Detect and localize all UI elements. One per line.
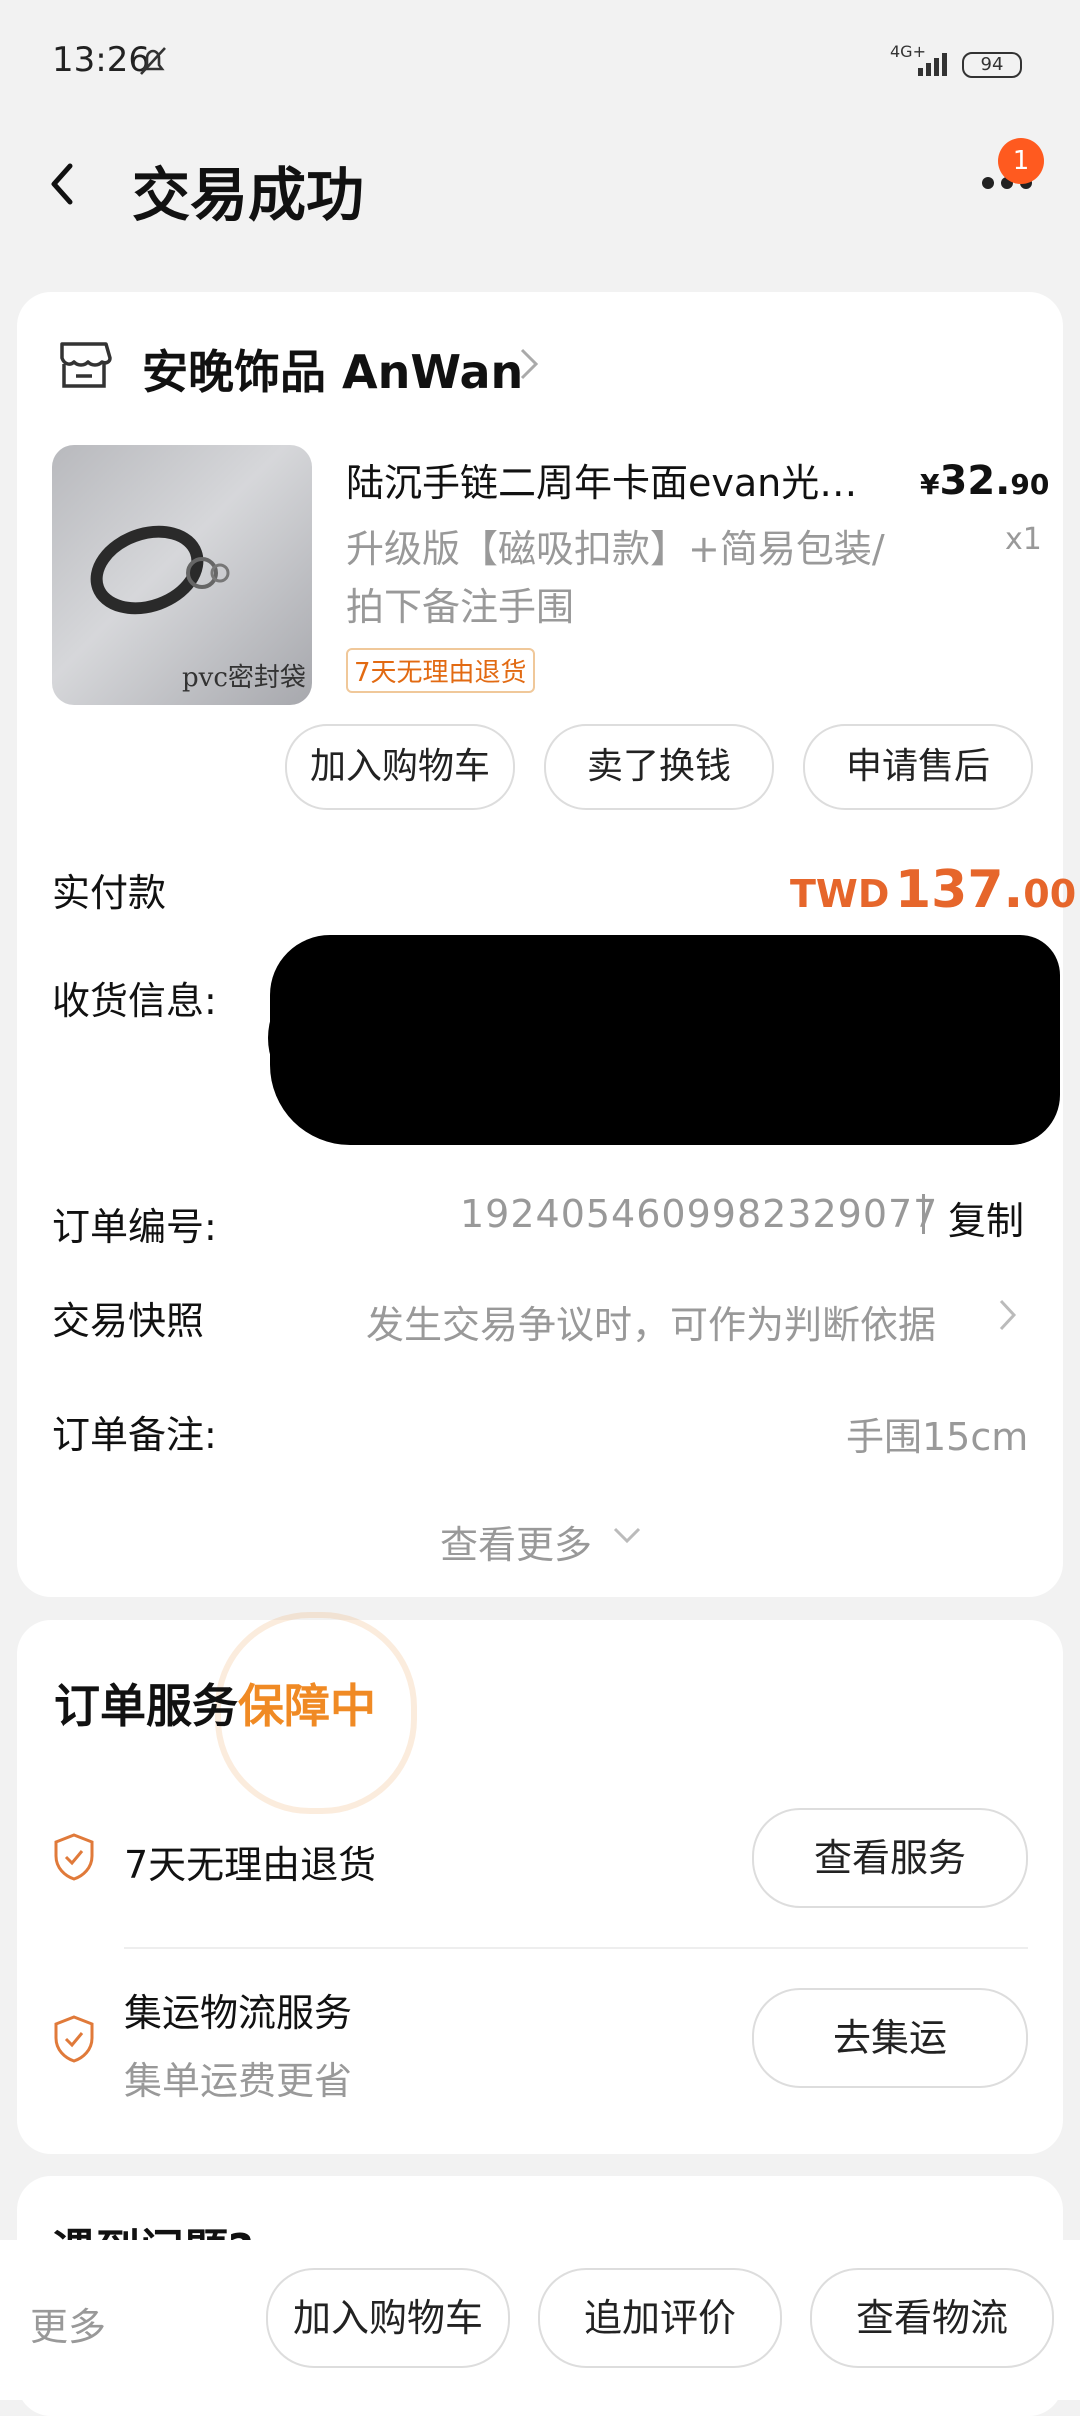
service-sub-consolidation: 集单运费更省 <box>124 2059 353 2103</box>
return-policy-tag: 7天无理由退货 <box>346 648 535 693</box>
notification-badge: 1 <box>998 138 1044 184</box>
service-divider <box>124 1947 1028 1949</box>
order-number-label: 订单编号: <box>52 1205 217 1249</box>
product-sku: 升级版【磁吸扣款】+简易包装/拍下备注手围 <box>346 527 885 629</box>
redacted-address-part <box>268 968 418 1108</box>
battery-indicator: 94 <box>962 52 1022 78</box>
chevron-right-icon[interactable] <box>518 346 540 382</box>
chevron-down-icon[interactable] <box>612 1526 642 1544</box>
snapshot-hint[interactable]: 发生交易争议时，可作为判断依据 <box>366 1294 936 1349</box>
product-quantity: x1 <box>1005 522 1042 557</box>
back-arrow-icon[interactable] <box>48 160 76 208</box>
product-title[interactable]: 陆沉手链二周年卡面evan光… <box>346 452 886 507</box>
add-review-button[interactable]: 追加评价 <box>538 2268 782 2368</box>
store-name[interactable]: 安晚饰品 AnWan <box>142 336 523 402</box>
shield-check-icon <box>54 2015 94 2063</box>
service-name-consolidation: 集运物流服务 <box>124 1991 353 2035</box>
product-thumbnail[interactable]: pvc密封袋 <box>52 445 312 705</box>
shield-check-icon <box>54 1833 94 1881</box>
order-number: 1924054609982329077 <box>460 1192 939 1236</box>
divider <box>922 1194 925 1234</box>
store-icon <box>60 342 112 388</box>
paid-label: 实付款 <box>52 871 167 915</box>
view-logistics-button[interactable]: 查看物流 <box>810 2268 1054 2368</box>
shipping-label: 收货信息: <box>52 979 217 1023</box>
order-note-label: 订单备注: <box>52 1413 217 1457</box>
bottom-add-to-cart-button[interactable]: 加入购物车 <box>266 2268 510 2368</box>
product-price: ¥32.90 <box>920 458 1050 504</box>
more-actions-button[interactable]: 更多 <box>30 2296 106 2351</box>
after-sales-button[interactable]: 申请售后 <box>803 724 1033 810</box>
services-title: 订单服务保障中 <box>54 1679 376 1733</box>
add-to-cart-button[interactable]: 加入购物车 <box>285 724 515 810</box>
consolidate-button[interactable]: 去集运 <box>752 1988 1028 2088</box>
chevron-right-icon[interactable] <box>998 1298 1018 1332</box>
bell-muted-icon <box>140 47 166 75</box>
see-more-button[interactable]: 查看更多 <box>440 1514 592 1569</box>
resell-button[interactable]: 卖了换钱 <box>544 724 774 810</box>
paid-amount: TWD 137.00 <box>790 860 1077 920</box>
view-service-button[interactable]: 查看服务 <box>752 1808 1028 1908</box>
service-name-return: 7天无理由退货 <box>124 1843 377 1887</box>
signal-icon <box>918 53 947 76</box>
thumbnail-caption: pvc密封袋 <box>182 663 306 693</box>
order-note-value: 手围15cm <box>846 1415 1029 1459</box>
page-title: 交易成功 <box>132 161 365 229</box>
copy-button[interactable]: 复制 <box>948 1190 1024 1245</box>
snapshot-label[interactable]: 交易快照 <box>52 1290 204 1345</box>
